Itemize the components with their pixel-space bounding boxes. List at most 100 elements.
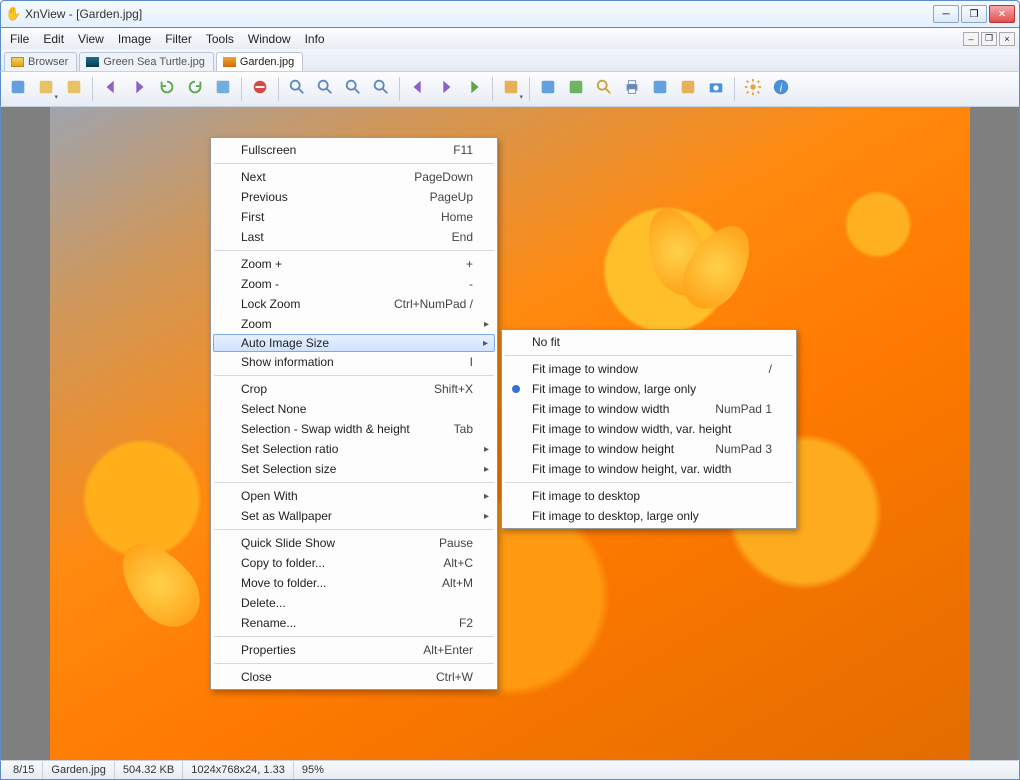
menuitem-move-to-folder-[interactable]: Move to folder...Alt+M <box>213 573 495 593</box>
rotate-left-button[interactable] <box>154 76 180 102</box>
fit-desktop-button[interactable] <box>563 76 589 102</box>
menuitem-quick-slide-show[interactable]: Quick Slide ShowPause <box>213 533 495 553</box>
menuitem-label: Quick Slide Show <box>241 536 335 550</box>
toolbar-separator <box>241 77 242 101</box>
menuitem-shortcut: Alt+M <box>412 576 473 590</box>
menu-edit[interactable]: Edit <box>36 30 71 48</box>
menuitem-lock-zoom[interactable]: Lock ZoomCtrl+NumPad / <box>213 294 495 314</box>
menuitem-properties[interactable]: PropertiesAlt+Enter <box>213 640 495 660</box>
maximize-button[interactable]: ❐ <box>961 5 987 23</box>
menuitem-open-with[interactable]: Open With <box>213 486 495 506</box>
menuitem-fit-image-to-window-width[interactable]: Fit image to window widthNumPad 1 <box>504 399 794 419</box>
menuitem-fit-image-to-desktop-large-only[interactable]: Fit image to desktop, large only <box>504 506 794 526</box>
menuitem-label: Set Selection size <box>241 462 336 476</box>
open-folder-drop-button[interactable] <box>33 76 59 102</box>
info-icon: i <box>772 78 790 101</box>
close-button[interactable]: ✕ <box>989 5 1015 23</box>
scan-button[interactable] <box>647 76 673 102</box>
menu-image[interactable]: Image <box>111 30 158 48</box>
menuitem-set-selection-size[interactable]: Set Selection size <box>213 459 495 479</box>
open-folder-drop-icon <box>37 78 55 101</box>
menuitem-shortcut: PageUp <box>400 190 473 204</box>
menuitem-label: Open With <box>241 489 298 503</box>
menuitem-fit-image-to-desktop[interactable]: Fit image to desktop <box>504 486 794 506</box>
open-folder-button[interactable] <box>61 76 87 102</box>
print-button[interactable] <box>619 76 645 102</box>
menuitem-copy-to-folder-[interactable]: Copy to folder... Alt+C <box>213 553 495 573</box>
mdi-close-button[interactable]: × <box>999 32 1015 46</box>
monitor-button[interactable] <box>210 76 236 102</box>
fit-window-button[interactable] <box>535 76 561 102</box>
menuitem-fullscreen[interactable]: FullscreenF11 <box>213 140 495 160</box>
info-button[interactable]: i <box>768 76 794 102</box>
menuitem-zoom-[interactable]: Zoom ++ <box>213 254 495 274</box>
menuitem-fit-image-to-window-height-var-width[interactable]: Fit image to window height, var. width <box>504 459 794 479</box>
open-folder-icon <box>65 78 83 101</box>
main-toolbar: i <box>0 71 1020 107</box>
browse-mode-button[interactable] <box>5 76 31 102</box>
tab-garden-jpg[interactable]: Garden.jpg <box>216 52 303 71</box>
menuitem-next[interactable]: NextPageDown <box>213 167 495 187</box>
menu-filter[interactable]: Filter <box>158 30 199 48</box>
pictures-button[interactable] <box>675 76 701 102</box>
no-entry-button[interactable] <box>247 76 273 102</box>
menu-file[interactable]: File <box>3 30 36 48</box>
menuitem-fit-image-to-window-width-var-height[interactable]: Fit image to window width, var. height <box>504 419 794 439</box>
tab-browser[interactable]: Browser <box>4 52 77 71</box>
menuitem-rename-[interactable]: Rename...F2 <box>213 613 495 633</box>
menuitem-fit-image-to-window-large-only[interactable]: Fit image to window, large only <box>504 379 794 399</box>
zoom-out-icon <box>372 78 390 101</box>
find-button[interactable] <box>591 76 617 102</box>
rotate-right-button[interactable] <box>182 76 208 102</box>
menuitem-label: Selection - Swap width & height <box>241 422 410 436</box>
menuitem-fit-image-to-window[interactable]: Fit image to window/ <box>504 359 794 379</box>
menuitem-zoom[interactable]: Zoom <box>213 314 495 334</box>
menuitem-shortcut: Ctrl+W <box>406 670 473 684</box>
settings-button[interactable] <box>740 76 766 102</box>
menu-view[interactable]: View <box>71 30 111 48</box>
menuitem-first[interactable]: FirstHome <box>213 207 495 227</box>
menuitem-label: Copy to folder... <box>241 556 325 570</box>
menuitem-shortcut: Alt+C <box>413 556 473 570</box>
menuitem-shortcut: Ctrl+NumPad / <box>364 297 473 311</box>
back-button[interactable] <box>98 76 124 102</box>
zoom-in-button[interactable] <box>284 76 310 102</box>
menu-window[interactable]: Window <box>241 30 298 48</box>
menuitem-set-as-wallpaper[interactable]: Set as Wallpaper <box>213 506 495 526</box>
zoom-fit-button[interactable] <box>340 76 366 102</box>
context-menu[interactable]: FullscreenF11 NextPageDownPreviousPageUpF… <box>210 137 498 690</box>
menuitem-no-fit[interactable]: No fit <box>504 332 794 352</box>
menuitem-selection-swap-width-height[interactable]: Selection - Swap width & heightTab <box>213 419 495 439</box>
menuitem-zoom-[interactable]: Zoom -- <box>213 274 495 294</box>
menuitem-close[interactable]: Close Ctrl+W <box>213 667 495 687</box>
menuitem-show-information[interactable]: Show informationI <box>213 352 495 372</box>
image-canvas[interactable]: FullscreenF11NextPageDownPreviousPageUpF… <box>50 107 970 760</box>
menu-tools[interactable]: Tools <box>199 30 241 48</box>
menuitem-set-selection-ratio[interactable]: Set Selection ratio <box>213 439 495 459</box>
menuitem-previous[interactable]: PreviousPageUp <box>213 187 495 207</box>
zoom-100-button[interactable] <box>312 76 338 102</box>
menuitem-select-none[interactable]: Select None <box>213 399 495 419</box>
mdi-minimize-button[interactable]: – <box>963 32 979 46</box>
menu-info[interactable]: Info <box>298 30 332 48</box>
menuitem-label: Close <box>241 670 272 684</box>
menuitem-last[interactable]: LastEnd <box>213 227 495 247</box>
camera-button[interactable] <box>703 76 729 102</box>
prev-file-button[interactable] <box>405 76 431 102</box>
fit-desktop-icon <box>567 78 585 101</box>
menuitem-crop[interactable]: CropShift+X <box>213 379 495 399</box>
mdi-restore-button[interactable]: ❐ <box>981 32 997 46</box>
menuitem-delete-[interactable]: Delete... <box>213 593 495 613</box>
image-drop-button[interactable] <box>498 76 524 102</box>
menuitem-auto-image-size[interactable]: Auto Image Size <box>213 334 495 352</box>
image-viewport[interactable]: FullscreenF11NextPageDownPreviousPageUpF… <box>0 107 1020 760</box>
tab-green-sea-turtle-jpg[interactable]: Green Sea Turtle.jpg <box>79 52 214 71</box>
menuitem-fit-image-to-window-height[interactable]: Fit image to window heightNumPad 3 <box>504 439 794 459</box>
zoom-out-button[interactable] <box>368 76 394 102</box>
submenu-auto-image-size[interactable]: No fit Fit image to window/Fit image to w… <box>501 329 797 529</box>
play-button[interactable] <box>461 76 487 102</box>
next-file-button[interactable] <box>433 76 459 102</box>
menuitem-label: Fit image to desktop, large only <box>532 509 699 523</box>
minimize-button[interactable]: ─ <box>933 5 959 23</box>
forward-button[interactable] <box>126 76 152 102</box>
